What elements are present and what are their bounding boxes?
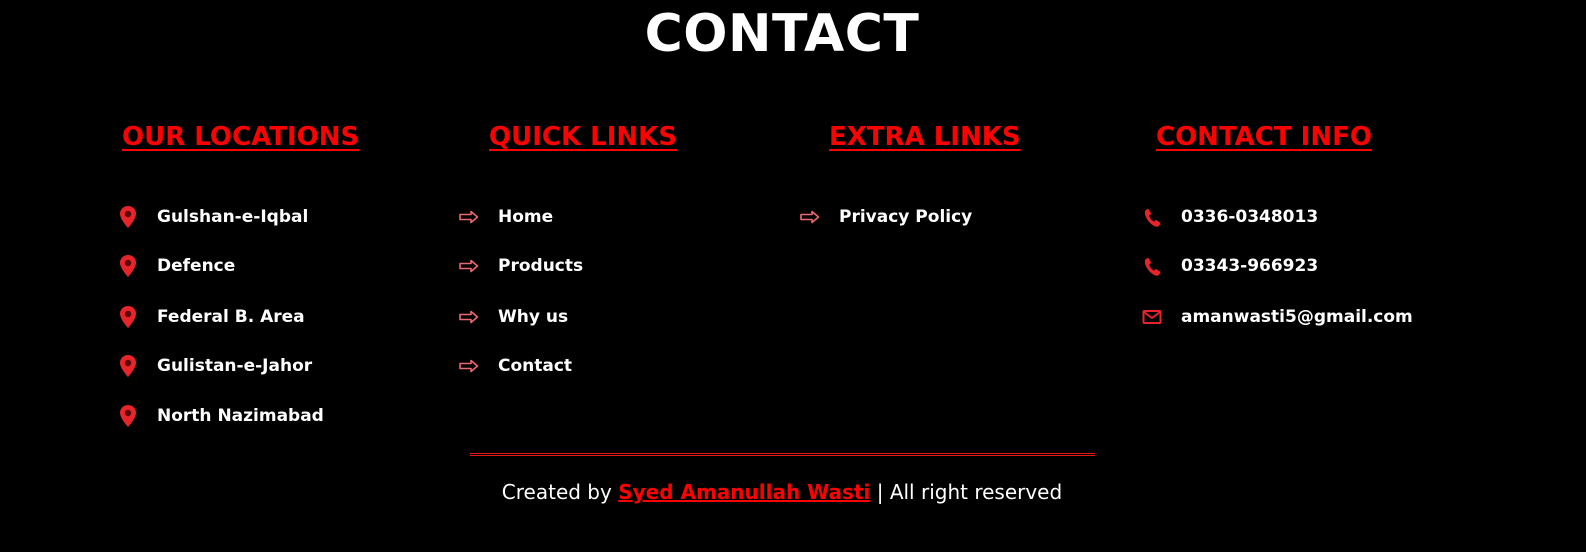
extra-links-heading[interactable]: EXTRA LINKS xyxy=(829,122,1021,152)
locations-heading[interactable]: OUR LOCATIONS xyxy=(122,122,359,152)
arrow-right-icon xyxy=(459,205,479,229)
contact-info-heading[interactable]: CONTACT INFO xyxy=(1156,122,1372,152)
quick-links-heading[interactable]: QUICK LINKS xyxy=(489,122,677,152)
location-item-gulshan[interactable]: Gulshan-e-Iqbal xyxy=(118,205,308,229)
extra-link-privacy-policy[interactable]: Privacy Policy xyxy=(800,205,972,229)
phone-icon xyxy=(1142,205,1162,229)
map-pin-icon xyxy=(118,305,138,329)
quick-link-contact[interactable]: Contact xyxy=(459,354,572,378)
phone-icon xyxy=(1142,254,1162,278)
arrow-right-icon xyxy=(459,254,479,278)
arrow-right-icon xyxy=(800,205,820,229)
phone-number: 0336-0348013 xyxy=(1181,207,1319,227)
location-label: North Nazimabad xyxy=(157,406,324,426)
footer-credit: Created by Syed Amanullah Wasti | All ri… xyxy=(0,480,1564,504)
location-label: Gulshan-e-Iqbal xyxy=(157,207,309,227)
arrow-right-icon xyxy=(459,354,479,378)
map-pin-icon xyxy=(118,205,138,229)
phone-number: 03343-966923 xyxy=(1181,256,1319,276)
quick-link-label: Products xyxy=(498,256,584,276)
location-item-gulistan[interactable]: Gulistan-e-Jahor xyxy=(118,354,312,378)
location-label: Defence xyxy=(157,256,236,276)
quick-link-label: Contact xyxy=(498,356,573,376)
page-title: CONTACT xyxy=(644,4,920,64)
quick-link-label: Why us xyxy=(498,307,569,327)
quick-link-why-us[interactable]: Why us xyxy=(459,305,568,329)
map-pin-icon xyxy=(118,254,138,278)
arrow-right-icon xyxy=(459,305,479,329)
contact-phone-1[interactable]: 0336-0348013 xyxy=(1142,205,1318,229)
quick-link-home[interactable]: Home xyxy=(459,205,553,229)
extra-link-label: Privacy Policy xyxy=(839,207,973,227)
quick-link-products[interactable]: Products xyxy=(459,254,583,278)
location-item-north-nazimabad[interactable]: North Nazimabad xyxy=(118,404,324,428)
map-pin-icon xyxy=(118,404,138,428)
location-item-defence[interactable]: Defence xyxy=(118,254,235,278)
contact-phone-2[interactable]: 03343-966923 xyxy=(1142,254,1318,278)
footer-prefix: Created by xyxy=(501,480,619,504)
footer-suffix: | All right reserved xyxy=(870,480,1063,504)
footer-divider xyxy=(470,453,1095,456)
location-label: Federal B. Area xyxy=(157,307,305,327)
location-label: Gulistan-e-Jahor xyxy=(157,356,313,376)
email-address: amanwasti5@gmail.com xyxy=(1181,307,1413,327)
author-link[interactable]: Syed Amanullah Wasti xyxy=(618,480,870,504)
quick-link-label: Home xyxy=(498,207,554,227)
contact-email[interactable]: amanwasti5@gmail.com xyxy=(1142,305,1413,329)
map-pin-icon xyxy=(118,354,138,378)
envelope-icon xyxy=(1142,305,1162,329)
location-item-federal-b-area[interactable]: Federal B. Area xyxy=(118,305,305,329)
